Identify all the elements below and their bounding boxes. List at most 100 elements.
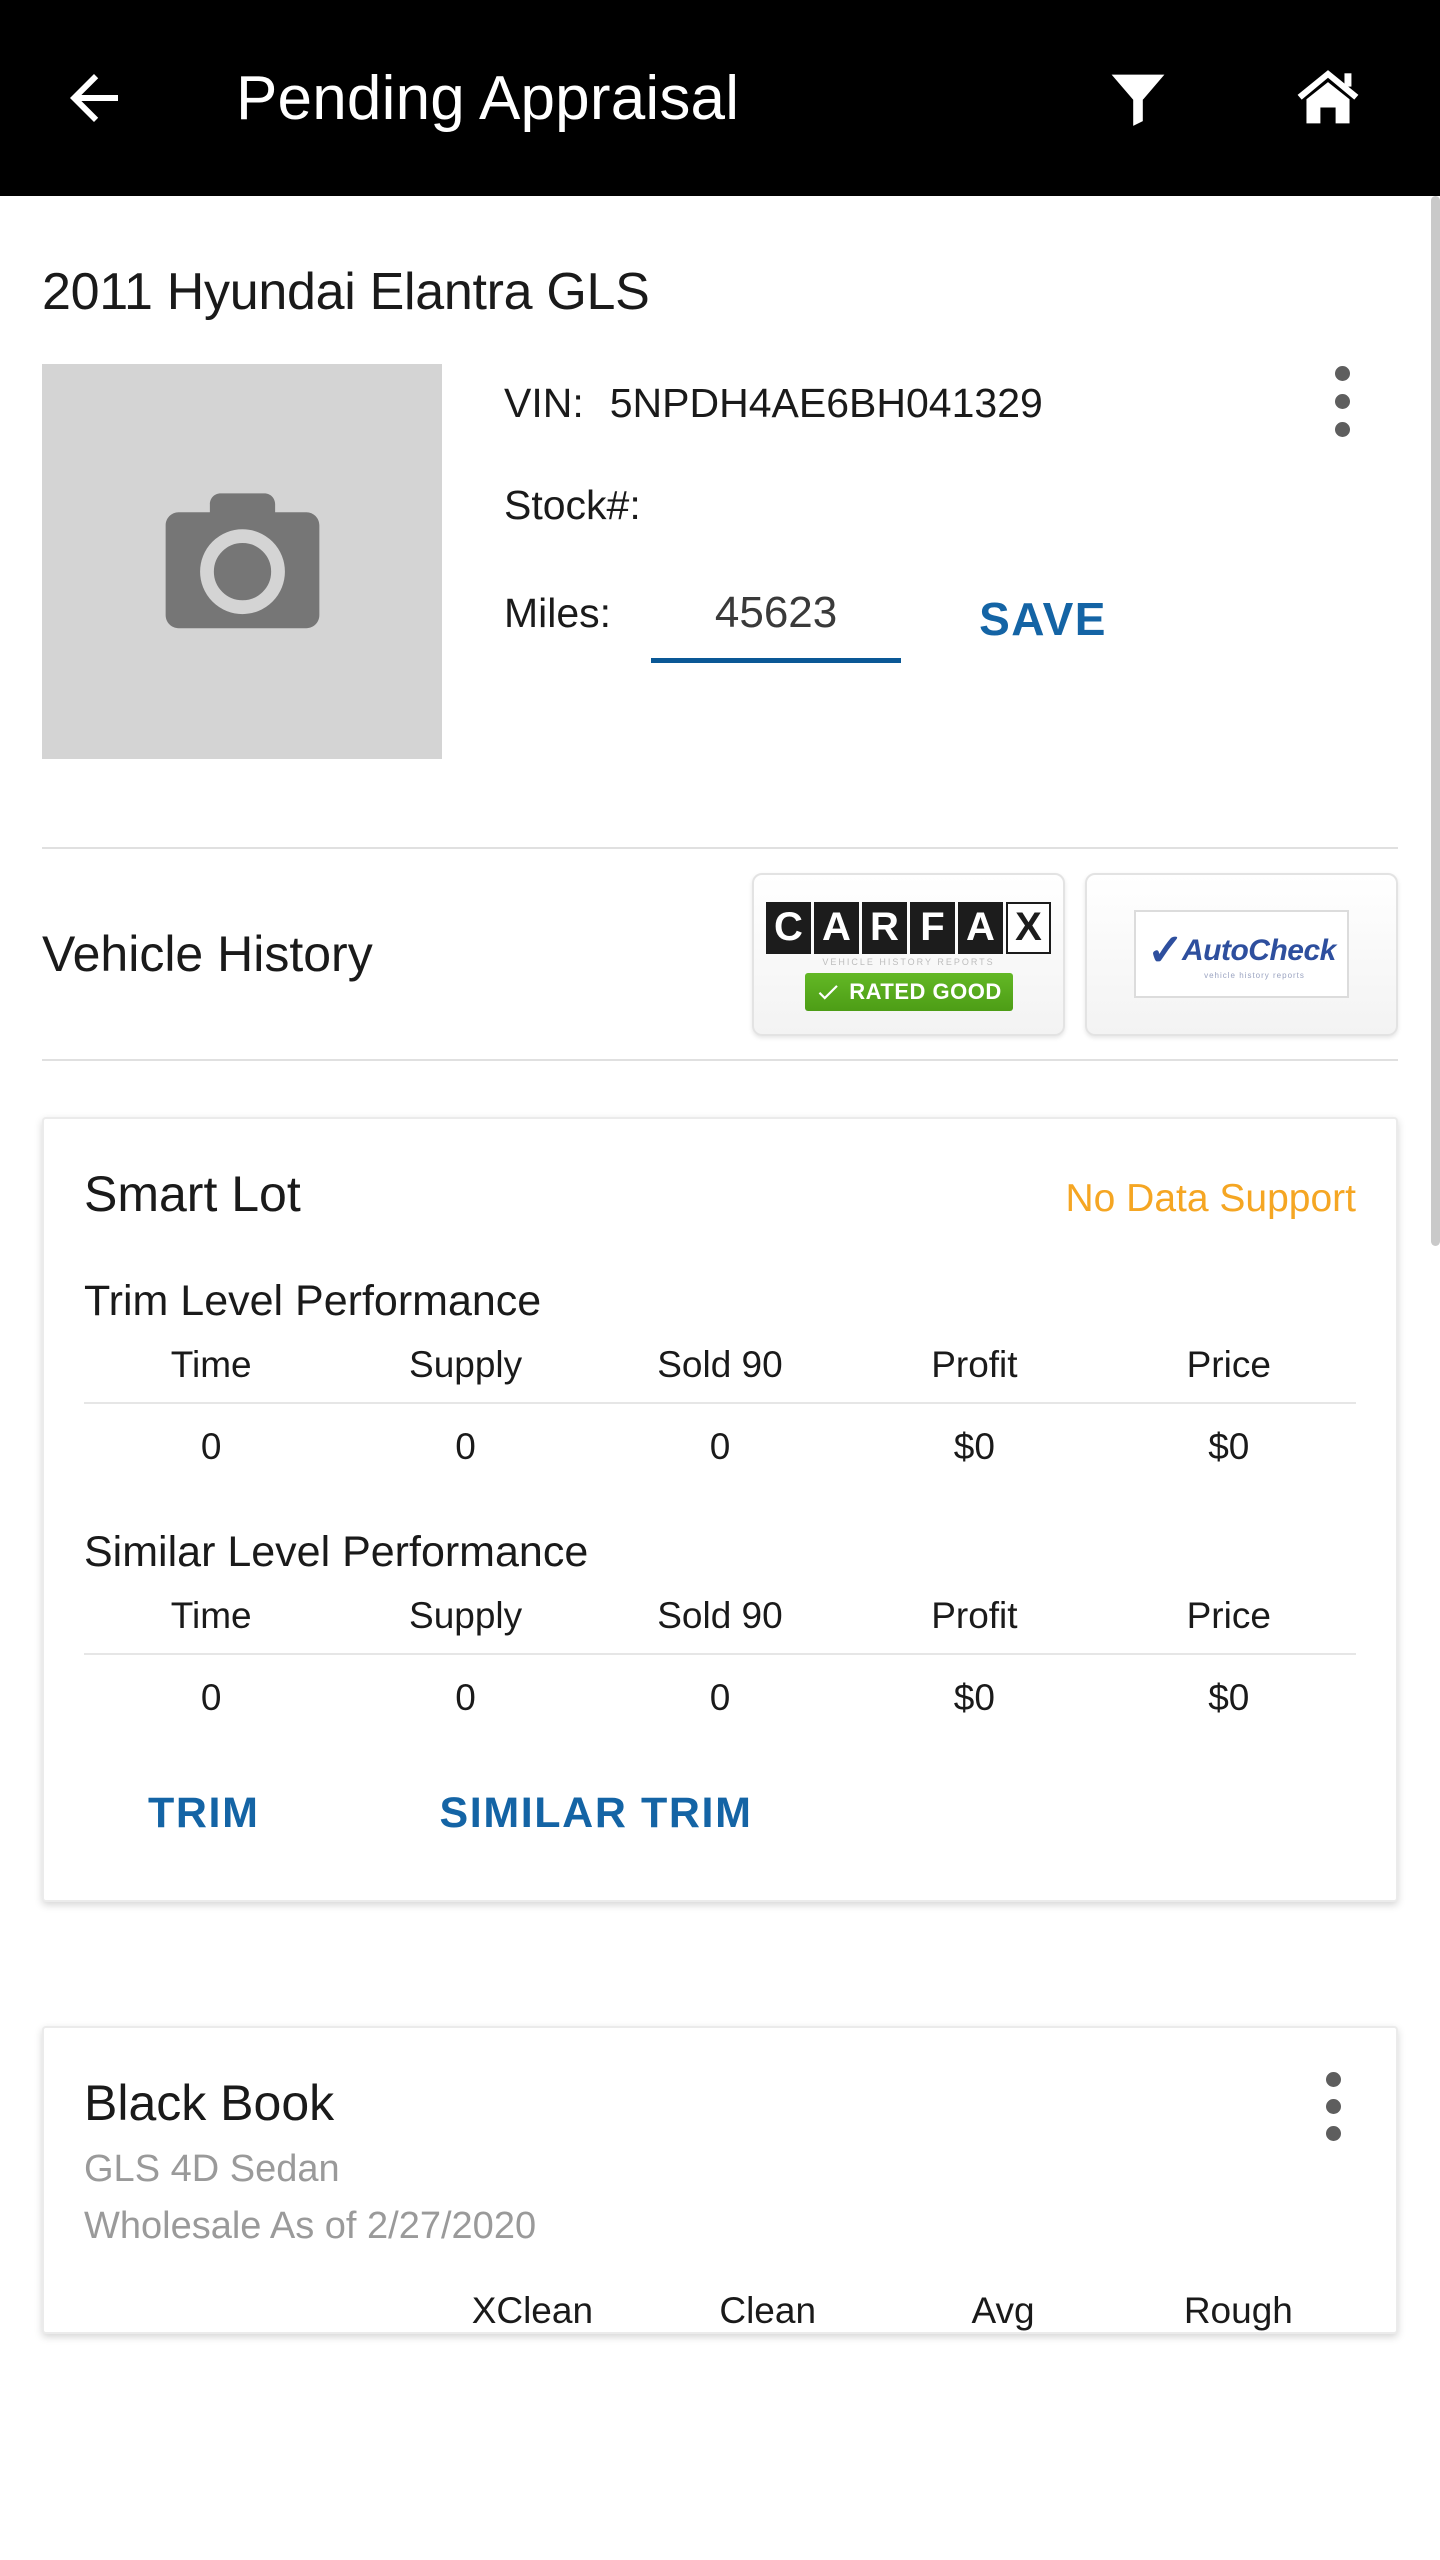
carfax-letter: A — [958, 901, 1003, 954]
cell-supply: 0 — [455, 1677, 476, 1718]
vehicle-fields: VIN: 5NPDH4AE6BH041329 Stock#: Miles: SA… — [442, 364, 1440, 759]
miles-input[interactable] — [651, 584, 902, 663]
column-header-supply: Supply — [338, 1591, 593, 1655]
smart-lot-card: Smart Lot No Data Support Trim Level Per… — [42, 1117, 1398, 1902]
similar-level-performance-table: Time Supply Sold 90 Profit Price 0 0 0 $… — [84, 1591, 1356, 1725]
section-divider-2 — [42, 1059, 1398, 1061]
app-bar: Pending Appraisal — [0, 0, 1440, 196]
black-book-title: Black Book — [84, 2075, 335, 2131]
vehicle-photo-placeholder[interactable] — [42, 364, 442, 759]
more-vertical-icon-dot — [1325, 2072, 1341, 2087]
column-header-supply: Supply — [338, 1340, 593, 1404]
black-book-overflow-menu-button[interactable] — [1308, 2072, 1358, 2172]
cell-sold90: 0 — [709, 1426, 731, 1467]
black-book-subtitle: GLS 4D Sedan — [84, 2148, 340, 2190]
carfax-letter: C — [766, 901, 811, 954]
miles-label: Miles: — [504, 590, 612, 636]
column-header-time: Time — [84, 1591, 339, 1655]
column-header-rough: Rough — [1183, 2290, 1293, 2331]
back-button[interactable] — [46, 50, 142, 146]
black-book-as-of: Wholesale As of 2/27/2020 — [84, 2205, 537, 2247]
carfax-button[interactable]: C A R F A X VEHICLE HISTORY REPORTS RATE… — [752, 872, 1065, 1036]
table-header-row: Time Supply Sold 90 Profit Price — [84, 1591, 1356, 1655]
column-header-blank — [84, 2282, 415, 2332]
more-vertical-icon-dot — [1325, 2126, 1341, 2141]
vin-label: VIN: — [504, 380, 584, 426]
smart-lot-actions: TRIM SIMILAR TRIM — [84, 1725, 1356, 1860]
vehicle-info-row: VIN: 5NPDH4AE6BH041329 Stock#: Miles: SA… — [0, 322, 1440, 759]
camera-icon — [165, 493, 319, 629]
vin-field-row: VIN: 5NPDH4AE6BH041329 — [504, 380, 1440, 458]
table-header-row: XClean Clean Avg Rough — [84, 2282, 1356, 2332]
cell-profit: $0 — [953, 1677, 995, 1718]
smart-lot-status-badge: No Data Support — [1065, 1177, 1356, 1220]
cell-profit: $0 — [953, 1426, 995, 1467]
vehicle-history-section: Vehicle History C A R F A X VEHICLE HIST… — [0, 849, 1440, 1059]
cell-price: $0 — [1208, 1426, 1250, 1467]
autocheck-logo: ✓ AutoCheck vehicle history reports — [1134, 910, 1349, 998]
home-icon — [1297, 70, 1359, 124]
column-header-profit: Profit — [847, 1591, 1102, 1655]
carfax-letter: F — [910, 901, 955, 954]
similar-level-performance-title: Similar Level Performance — [84, 1528, 589, 1576]
trim-level-performance-title: Trim Level Performance — [84, 1277, 542, 1325]
cell-sold90: 0 — [709, 1677, 731, 1718]
column-header-sold90: Sold 90 — [592, 1340, 848, 1404]
more-vertical-icon-dot — [1334, 365, 1350, 381]
app-bar-actions — [1098, 58, 1394, 138]
column-header-price: Price — [1101, 1591, 1356, 1655]
home-button[interactable] — [1288, 58, 1368, 138]
carfax-rating-badge: RATED GOOD — [804, 972, 1013, 1011]
check-icon: ✓ — [1147, 925, 1184, 975]
more-vertical-icon-dot — [1334, 421, 1350, 437]
similar-trim-button[interactable]: SIMILAR TRIM — [440, 1789, 753, 1838]
stock-field-row: Stock#: — [504, 482, 1440, 560]
carfax-letter: R — [862, 901, 907, 954]
table-row: 0 0 0 $0 $0 — [84, 1654, 1356, 1725]
vehicle-history-label: Vehicle History — [42, 926, 373, 982]
autocheck-button[interactable]: ✓ AutoCheck vehicle history reports — [1085, 872, 1398, 1036]
autocheck-name: AutoCheck — [1182, 933, 1336, 967]
cell-price: $0 — [1208, 1677, 1250, 1718]
column-header-time: Time — [84, 1340, 339, 1404]
filter-funnel-icon — [1111, 74, 1165, 126]
carfax-tagline: VEHICLE HISTORY REPORTS — [822, 956, 995, 967]
carfax-letter: A — [814, 901, 859, 954]
table-header-row: Time Supply Sold 90 Profit Price — [84, 1340, 1356, 1404]
carfax-letter: X — [1006, 901, 1051, 954]
trim-level-performance-table: Time Supply Sold 90 Profit Price 0 0 0 $… — [84, 1340, 1356, 1474]
autocheck-tagline: vehicle history reports — [1204, 970, 1305, 980]
cell-time: 0 — [200, 1677, 222, 1718]
carfax-logo: C A R F A X — [766, 901, 1051, 954]
column-header-sold90: Sold 90 — [592, 1591, 848, 1655]
page-title: Pending Appraisal — [236, 63, 740, 133]
miles-field-row: Miles: SAVE — [504, 584, 1440, 663]
cell-time: 0 — [200, 1426, 222, 1467]
carfax-badge-label: RATED GOOD — [849, 978, 1002, 1004]
autocheck-wordmark: ✓ AutoCheck — [1147, 925, 1336, 975]
smart-lot-title: Smart Lot — [84, 1166, 301, 1222]
vehicle-overflow-menu-button[interactable] — [1312, 346, 1372, 456]
smart-lot-header: Smart Lot No Data Support — [84, 1165, 1356, 1223]
column-header-avg: Avg — [971, 2290, 1035, 2331]
vin-value: 5NPDH4AE6BH041329 — [609, 380, 1043, 426]
arrow-left-icon — [70, 74, 118, 122]
check-icon — [818, 984, 838, 1000]
more-vertical-icon-dot — [1334, 393, 1350, 409]
trim-button[interactable]: TRIM — [148, 1789, 260, 1838]
more-vertical-icon-dot — [1325, 2099, 1341, 2114]
column-header-clean: Clean — [719, 2290, 817, 2331]
miles-input-wrap — [651, 584, 902, 663]
vehicle-history-logos: C A R F A X VEHICLE HISTORY REPORTS RATE… — [752, 872, 1398, 1036]
stock-label: Stock#: — [504, 482, 641, 528]
table-row: 0 0 0 $0 $0 — [84, 1403, 1356, 1474]
filter-button[interactable] — [1098, 58, 1178, 138]
column-header-price: Price — [1101, 1340, 1356, 1404]
save-button[interactable]: SAVE — [979, 592, 1107, 646]
cell-supply: 0 — [455, 1426, 476, 1467]
black-book-card: Black Book GLS 4D Sedan Wholesale As of … — [42, 2026, 1398, 2334]
black-book-table: XClean Clean Avg Rough — [84, 2282, 1356, 2332]
column-header-profit: Profit — [847, 1340, 1102, 1404]
column-header-xclean: XClean — [471, 2290, 594, 2331]
vehicle-title: 2011 Hyundai Elantra GLS — [42, 263, 650, 321]
